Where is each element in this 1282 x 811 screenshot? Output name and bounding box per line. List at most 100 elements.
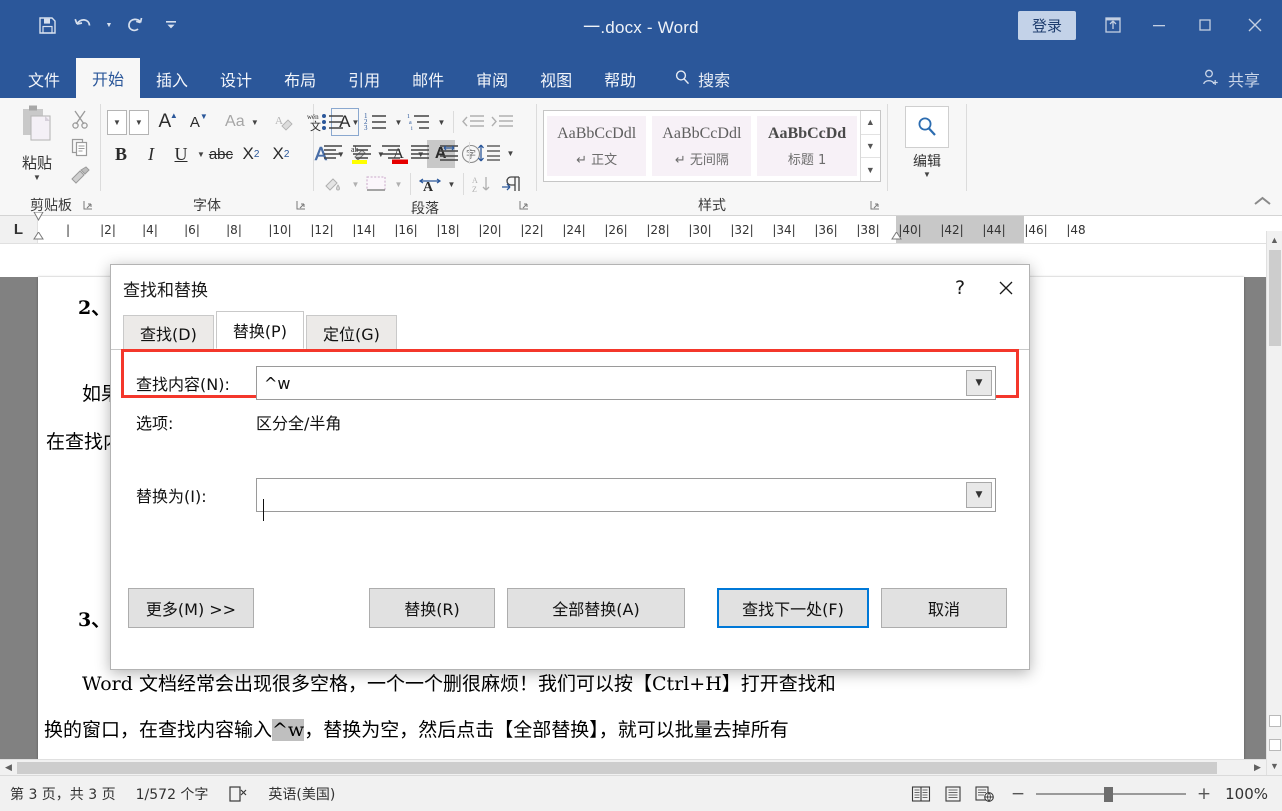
adjust-list-dropdown-icon[interactable]: ▼ <box>445 170 458 198</box>
zoom-slider-thumb[interactable] <box>1104 787 1113 802</box>
previous-page-icon[interactable] <box>1269 715 1281 727</box>
replace-with-combobox[interactable]: ▼ <box>256 478 996 512</box>
style-item-heading1[interactable]: AaBbCcDd 标题 1 <box>757 116 856 176</box>
scroll-left-icon[interactable]: ◀ <box>0 760 17 776</box>
customize-qat-icon[interactable] <box>154 8 188 42</box>
styles-gallery[interactable]: AaBbCcDdl ↵ 正文 AaBbCcDdl ↵ 无间隔 AaBbCcDd … <box>543 110 881 182</box>
style-item-normal[interactable]: AaBbCcDdl ↵ 正文 <box>547 116 646 176</box>
ribbon-display-options-icon[interactable] <box>1090 0 1136 50</box>
gallery-more-icon[interactable]: ▼ <box>861 158 880 181</box>
show-formatting-marks-icon[interactable] <box>498 170 526 198</box>
horizontal-ruler[interactable]: | |2| |4| |6| |8| |10| |12| |14| |16| |1… <box>38 216 1282 243</box>
adjust-list-indents-icon[interactable]: A <box>416 170 444 198</box>
multilevel-list-icon[interactable]: 1ai <box>406 108 434 136</box>
chevron-down-icon[interactable]: ▼ <box>966 482 992 508</box>
editing-button[interactable]: 编辑 ▼ <box>896 102 958 178</box>
justify-icon[interactable] <box>407 139 435 167</box>
editing-dropdown-icon[interactable]: ▼ <box>923 172 931 178</box>
scroll-right-icon[interactable]: ▶ <box>1249 760 1266 776</box>
zoom-in-button[interactable]: + <box>1196 784 1212 804</box>
redo-icon[interactable] <box>118 8 152 42</box>
zoom-out-button[interactable]: − <box>1010 784 1026 804</box>
numbering-dropdown-icon[interactable]: ▼ <box>392 108 405 136</box>
save-icon[interactable] <box>30 8 64 42</box>
dialog-title-bar[interactable]: 查找和替换 ? <box>111 265 1029 311</box>
tab-layout[interactable]: 布局 <box>268 60 332 98</box>
clipboard-launcher-arrow-icon[interactable] <box>83 200 94 211</box>
horizontal-scrollbar[interactable]: ◀ ▶ <box>0 759 1266 775</box>
strikethrough-icon[interactable]: abc <box>207 140 235 168</box>
grow-font-icon[interactable]: A▲ <box>151 108 179 136</box>
borders-icon[interactable] <box>363 170 391 198</box>
dialog-tab-goto[interactable]: 定位(G) <box>306 315 397 349</box>
find-and-replace-dialog[interactable]: 查找和替换 ? 查找(D) 替换(P) 定位(G) 查找内容(N): ^w ▼ … <box>110 264 1030 670</box>
tab-references[interactable]: 引用 <box>332 60 396 98</box>
proofing-errors-icon[interactable] <box>218 785 258 803</box>
language-indicator[interactable]: 英语(美国) <box>258 784 345 804</box>
borders-dropdown-icon[interactable]: ▼ <box>392 170 405 198</box>
format-painter-icon[interactable] <box>66 162 94 188</box>
word-count[interactable]: 1/572 个字 <box>126 784 219 804</box>
scroll-down-icon[interactable]: ▼ <box>1267 757 1282 775</box>
styles-gallery-scroll[interactable]: ▲ ▼ ▼ <box>860 111 880 181</box>
superscript-icon[interactable]: X2 <box>267 140 295 168</box>
increase-indent-icon[interactable] <box>488 108 516 136</box>
line-spacing-icon[interactable] <box>475 139 503 167</box>
font-dialog-launcher-icon[interactable] <box>296 200 307 211</box>
style-item-no-spacing[interactable]: AaBbCcDdl ↵ 无间隔 <box>652 116 751 176</box>
select-browse-object-icon[interactable] <box>1269 739 1281 751</box>
shrink-font-icon[interactable]: A▼ <box>181 108 209 136</box>
chevron-down-icon[interactable]: ▼ <box>966 370 992 396</box>
bullets-icon[interactable] <box>320 108 348 136</box>
bold-icon[interactable]: B <box>107 140 135 168</box>
underline-icon[interactable]: U <box>167 140 195 168</box>
minimize-icon[interactable] <box>1136 0 1182 50</box>
dialog-close-icon[interactable] <box>983 267 1029 309</box>
replace-all-button[interactable]: 全部替换(A) <box>507 588 685 628</box>
sort-icon[interactable]: AZ <box>469 170 497 198</box>
tab-mailings[interactable]: 邮件 <box>396 60 460 98</box>
align-right-icon[interactable] <box>378 139 406 167</box>
tab-home[interactable]: 开始 <box>76 58 140 98</box>
horizontal-scroll-track[interactable] <box>17 760 1249 776</box>
horizontal-scroll-thumb[interactable] <box>17 762 1217 774</box>
font-size-combo[interactable]: ▼ <box>129 110 149 135</box>
gallery-scroll-down-icon[interactable]: ▼ <box>861 135 880 159</box>
read-mode-icon[interactable] <box>906 781 936 807</box>
underline-dropdown-icon[interactable]: ▼ <box>197 140 205 168</box>
tab-help[interactable]: 帮助 <box>588 60 652 98</box>
italic-icon[interactable]: I <box>137 140 165 168</box>
align-left-icon[interactable] <box>320 139 348 167</box>
print-layout-icon[interactable] <box>938 781 968 807</box>
numbering-icon[interactable]: 123 <box>363 108 391 136</box>
signin-button[interactable]: 登录 <box>1018 11 1076 40</box>
styles-dialog-launcher-icon[interactable] <box>870 200 881 211</box>
undo-dropdown-icon[interactable]: ▼ <box>102 8 116 42</box>
first-line-indent-marker[interactable] <box>33 212 44 221</box>
cancel-button[interactable]: 取消 <box>881 588 1007 628</box>
more-button[interactable]: 更多(M) >> <box>128 588 254 628</box>
collapse-ribbon-icon[interactable] <box>1253 195 1272 211</box>
search-box[interactable]: 搜索 <box>664 60 740 98</box>
zoom-level[interactable]: 100% <box>1222 785 1268 803</box>
change-case-icon[interactable]: Aa <box>221 108 249 136</box>
close-icon[interactable] <box>1228 0 1282 50</box>
shading-icon[interactable] <box>320 170 348 198</box>
decrease-indent-icon[interactable] <box>459 108 487 136</box>
subscript-icon[interactable]: X2 <box>237 140 265 168</box>
tab-design[interactable]: 设计 <box>204 60 268 98</box>
dialog-tab-replace[interactable]: 替换(P) <box>216 311 304 349</box>
line-spacing-dropdown-icon[interactable]: ▼ <box>504 139 517 167</box>
gallery-scroll-up-icon[interactable]: ▲ <box>861 111 880 135</box>
clear-formatting-icon[interactable]: A <box>271 108 299 136</box>
paste-button[interactable]: 粘贴 ▼ <box>8 102 66 181</box>
zoom-control[interactable]: − + 100% <box>1010 784 1268 804</box>
align-center-icon[interactable] <box>349 139 377 167</box>
zoom-slider[interactable] <box>1036 786 1186 802</box>
hanging-indent-marker[interactable] <box>33 232 44 241</box>
tab-file[interactable]: 文件 <box>12 60 76 98</box>
help-icon[interactable]: ? <box>937 267 983 309</box>
paragraph-dialog-launcher-icon[interactable] <box>519 200 530 211</box>
vertical-scrollbar[interactable]: ▲ ▼ <box>1266 231 1282 775</box>
find-what-combobox[interactable]: ^w ▼ <box>256 366 996 400</box>
